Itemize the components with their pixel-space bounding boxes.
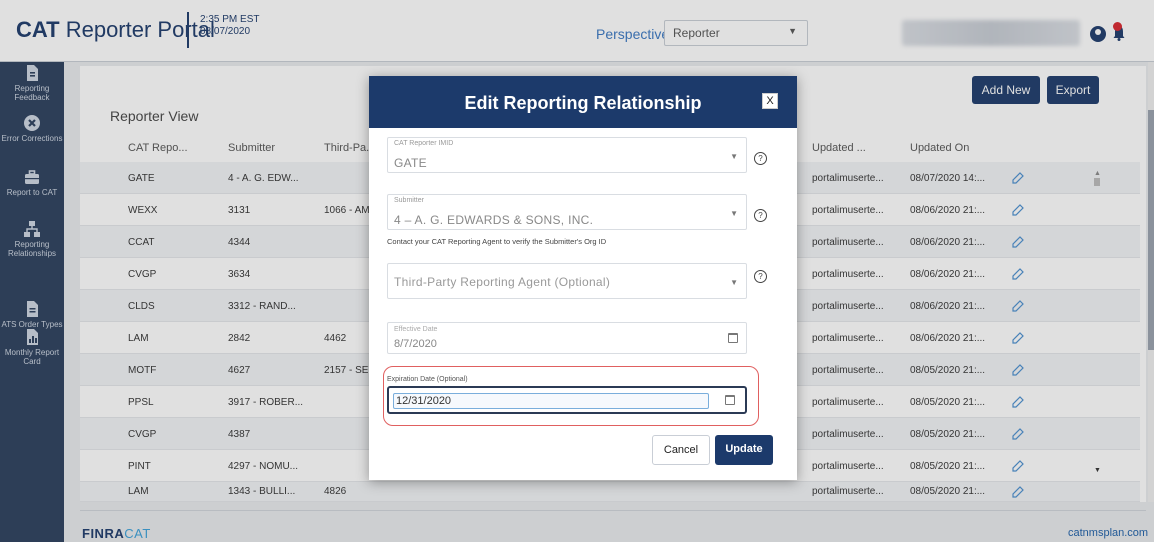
calendar-icon[interactable] — [725, 395, 735, 405]
field-label: Expiration Date (Optional) — [386, 376, 469, 383]
expiration-date-field[interactable] — [387, 386, 747, 414]
field-placeholder: Third-Party Reporting Agent (Optional) — [394, 275, 611, 289]
expiration-date-input[interactable] — [393, 393, 709, 409]
close-button[interactable]: X — [762, 93, 778, 109]
chevron-down-icon: ▼ — [730, 209, 738, 218]
field-label: Effective Date — [394, 326, 438, 333]
cat-reporter-imid-select[interactable]: CAT Reporter IMID GATE ▼ — [387, 137, 747, 173]
help-icon[interactable]: ? — [754, 270, 767, 283]
field-value: 8/7/2020 — [394, 338, 437, 350]
field-value: GATE — [394, 156, 427, 170]
effective-date-field[interactable]: Effective Date 8/7/2020 — [387, 322, 747, 354]
chevron-down-icon: ▼ — [730, 152, 738, 161]
calendar-icon[interactable] — [728, 333, 738, 343]
help-icon[interactable]: ? — [754, 209, 767, 222]
submitter-help-text: Contact your CAT Reporting Agent to veri… — [387, 237, 607, 246]
field-label: CAT Reporter IMID — [394, 140, 454, 147]
field-label: Submitter — [394, 197, 424, 204]
cancel-button[interactable]: Cancel — [652, 435, 710, 465]
modal-header: Edit Reporting Relationship X — [369, 76, 797, 128]
help-icon[interactable]: ? — [754, 152, 767, 165]
update-button[interactable]: Update — [715, 435, 773, 465]
chevron-down-icon: ▼ — [730, 278, 738, 287]
field-value: 4 – A. G. EDWARDS & SONS, INC. — [394, 213, 594, 227]
third-party-agent-select[interactable]: Third-Party Reporting Agent (Optional) ▼ — [387, 263, 747, 299]
submitter-select[interactable]: Submitter 4 – A. G. EDWARDS & SONS, INC.… — [387, 194, 747, 230]
modal-title: Edit Reporting Relationship — [464, 93, 702, 113]
edit-reporting-relationship-modal: Edit Reporting Relationship X CAT Report… — [369, 76, 797, 480]
